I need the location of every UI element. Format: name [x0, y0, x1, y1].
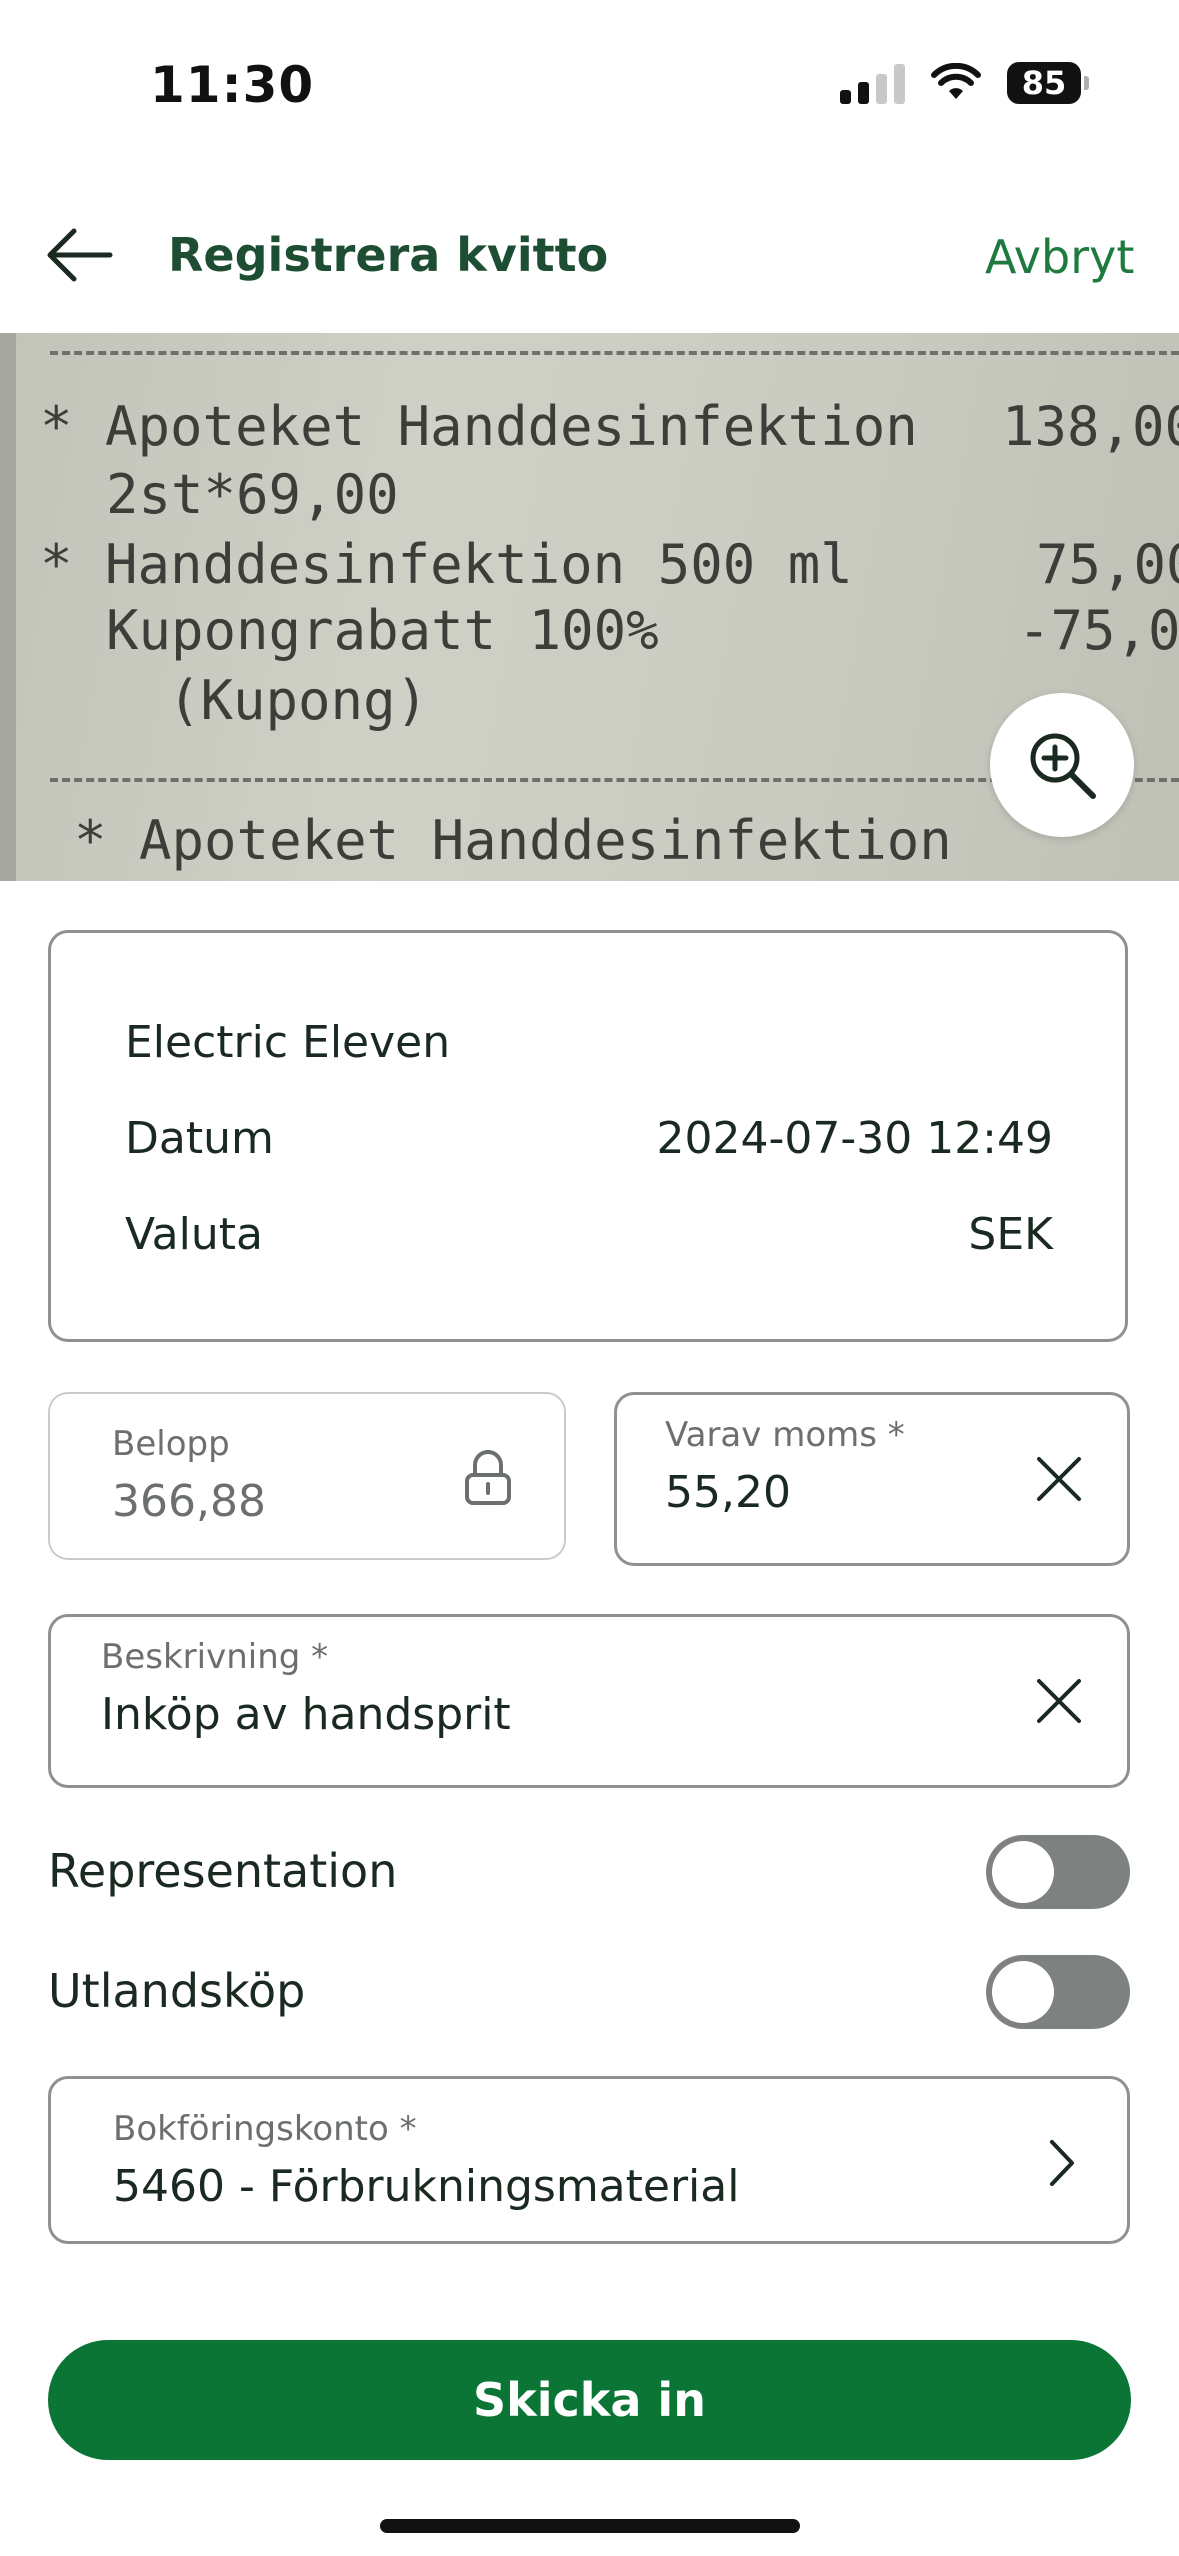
toggle-knob — [992, 1841, 1054, 1903]
receipt-line: * Apoteket Handdesinfektion — [40, 395, 918, 458]
date-label: Datum — [125, 1113, 274, 1164]
lock-icon — [458, 1446, 518, 1510]
vat-input[interactable]: 55,20 — [665, 1467, 791, 1518]
receipt-divider — [50, 351, 1179, 355]
zoom-in-icon — [1030, 733, 1096, 799]
zoom-button[interactable] — [990, 693, 1134, 837]
close-icon — [1037, 1679, 1081, 1723]
foreign-purchase-toggle[interactable] — [986, 1955, 1130, 2029]
account-label: Bokföringskonto * — [113, 2109, 417, 2149]
description-input[interactable]: Inköp av handsprit — [101, 1689, 511, 1740]
date-value: 2024-07-30 12:49 — [656, 1113, 1054, 1164]
page-title: Registrera kvitto — [168, 228, 609, 282]
status-icons: 85 — [840, 62, 1089, 104]
foreign-purchase-label: Utlandsköp — [48, 1964, 306, 2018]
receipt-line: -75,00 — [1018, 599, 1179, 662]
representation-label: Representation — [48, 1844, 398, 1898]
receipt-line: Kupongrabatt 100% — [106, 599, 659, 662]
arrow-left-icon — [47, 228, 113, 282]
description-label: Beskrivning * — [101, 1637, 329, 1677]
wifi-icon — [931, 63, 981, 99]
receipt-line: * Handdesinfektion 500 ml — [40, 533, 853, 596]
battery-level: 85 — [1021, 64, 1067, 102]
receipt-line: 138,00 — [1002, 395, 1179, 458]
vat-field[interactable]: Varav moms * 55,20 — [614, 1392, 1130, 1566]
representation-toggle[interactable] — [986, 1835, 1130, 1909]
status-time: 11:30 — [150, 56, 315, 114]
cellular-signal-icon — [840, 62, 905, 104]
receipt-info-card: Electric Eleven Datum 2024-07-30 12:49 V… — [48, 930, 1128, 1342]
receipt-line: 75,00 — [1036, 533, 1179, 596]
vat-label: Varav moms * — [665, 1415, 905, 1455]
chevron-right-icon — [1031, 2131, 1091, 2195]
amount-field: Belopp 366,88 — [48, 1392, 566, 1560]
currency-label: Valuta — [125, 1209, 263, 1260]
clear-description-button[interactable] — [1027, 1669, 1091, 1733]
account-value: 5460 - Förbrukningsmaterial — [113, 2161, 740, 2212]
currency-value: SEK — [968, 1209, 1053, 1260]
receipt-edge — [0, 333, 16, 881]
back-button[interactable] — [44, 220, 124, 290]
receipt-line: 2st*69,00 — [106, 463, 399, 526]
battery-icon: 85 — [1007, 62, 1089, 104]
account-select[interactable]: Bokföringskonto * 5460 - Förbrukningsmat… — [48, 2076, 1130, 2244]
receipt-line: * Apoteket Handdesinfektion — [74, 809, 952, 872]
close-icon — [1037, 1457, 1081, 1501]
submit-button[interactable]: Skicka in — [48, 2340, 1131, 2460]
clear-vat-button[interactable] — [1027, 1447, 1091, 1511]
merchant-name: Electric Eleven — [125, 1017, 451, 1068]
amount-label: Belopp — [112, 1424, 230, 1464]
amount-value: 366,88 — [112, 1476, 266, 1527]
receipt-line: (Kupong) — [168, 669, 429, 732]
toggle-knob — [992, 1961, 1054, 2023]
home-indicator — [380, 2519, 800, 2533]
cancel-button[interactable]: Avbryt — [985, 230, 1134, 284]
description-field[interactable]: Beskrivning * Inköp av handsprit — [48, 1614, 1130, 1788]
